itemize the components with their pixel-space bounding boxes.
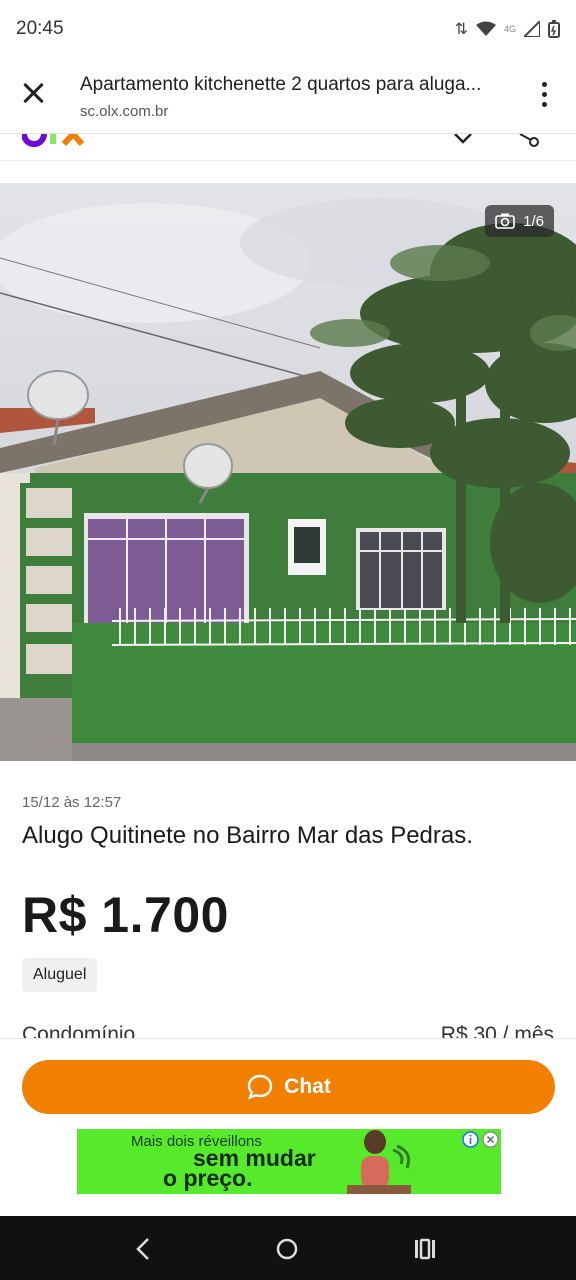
site-header xyxy=(0,134,576,161)
photo-counter-text: 1/6 xyxy=(523,212,544,230)
camera-icon xyxy=(495,213,515,229)
back-icon[interactable] xyxy=(128,1234,158,1264)
battery-icon xyxy=(548,20,560,38)
network-type: 4G xyxy=(503,24,516,34)
condo-fee-value: R$ 30 / mês xyxy=(440,1023,554,1038)
data-arrows-icon: ⇅ xyxy=(454,21,468,38)
share-icon[interactable] xyxy=(512,134,542,154)
page-url: sc.olx.com.br xyxy=(80,103,169,120)
listing-price: R$ 1.700 xyxy=(22,887,229,943)
custom-tab-toolbar: Apartamento kitchenette 2 quartos para a… xyxy=(0,58,576,134)
house-photo-illustration xyxy=(0,183,576,761)
status-icons: ⇅ 4G xyxy=(455,19,560,39)
page-title: Apartamento kitchenette 2 quartos para a… xyxy=(80,74,482,95)
kebab-menu-icon[interactable] xyxy=(532,82,556,110)
chat-button[interactable]: Chat xyxy=(22,1060,555,1114)
ad-text-line3: o preço. xyxy=(163,1165,253,1191)
ad-info-icon[interactable] xyxy=(462,1131,479,1148)
category-badge: Aluguel xyxy=(22,958,98,992)
status-bar: 20:45 ⇅ 4G xyxy=(0,0,576,58)
listing-photo[interactable]: 1/6 xyxy=(0,183,576,761)
bottom-action-panel: Chat Mais dois réveillons sem mudar o pr… xyxy=(0,1038,576,1216)
photo-counter[interactable]: 1/6 xyxy=(485,205,554,237)
listing-title: Alugo Quitinete no Bairro Mar das Pedras… xyxy=(22,822,473,849)
recents-icon[interactable] xyxy=(410,1234,440,1264)
ad-close-icon[interactable] xyxy=(482,1131,499,1148)
home-icon[interactable] xyxy=(272,1234,302,1264)
chat-button-label: Chat xyxy=(284,1075,331,1098)
condo-fee-row: Condomínio R$ 30 / mês xyxy=(0,1018,576,1038)
status-time: 20:45 xyxy=(16,18,64,39)
ad-banner[interactable]: Mais dois réveillons sem mudar o preço. xyxy=(77,1129,501,1194)
close-icon[interactable] xyxy=(18,78,48,108)
signal-icon xyxy=(524,21,540,37)
condo-fee-label: Condomínio xyxy=(22,1023,136,1038)
wifi-icon xyxy=(475,21,496,36)
system-nav-bar xyxy=(0,1216,576,1280)
olx-logo[interactable] xyxy=(22,134,92,150)
chevron-down-icon[interactable] xyxy=(452,134,474,150)
post-date: 15/12 às 12:57 xyxy=(22,794,122,811)
chat-bubble-icon xyxy=(247,1074,273,1100)
ad-person-image xyxy=(347,1130,411,1194)
